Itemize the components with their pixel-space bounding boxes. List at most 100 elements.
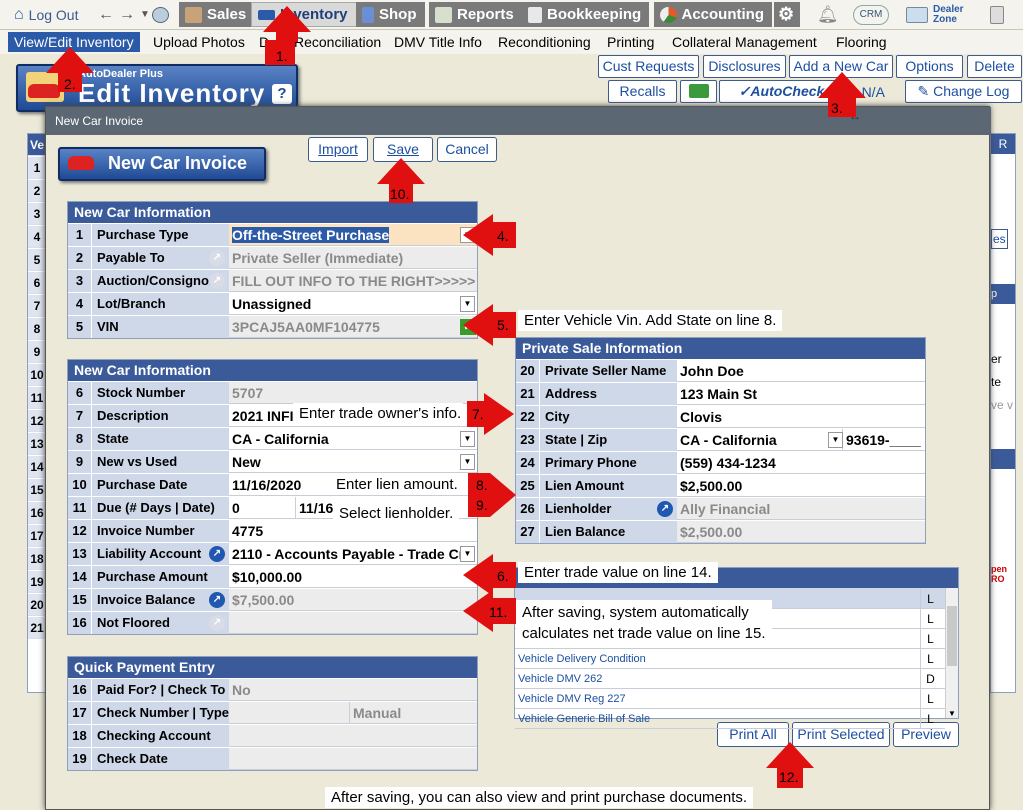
form-row: 2 Payable To ↗ Private Seller (Immediate)	[68, 246, 477, 269]
tab-reconciliation[interactable]: Reconciliation	[290, 32, 385, 52]
field-value[interactable]: (559) 434-1234	[677, 452, 925, 474]
field-value[interactable]: No	[229, 679, 477, 701]
field-value[interactable]: New ▼	[229, 451, 477, 473]
forward-icon[interactable]: →	[119, 6, 135, 24]
field-value[interactable]: Off-the-Street Purchase ▼	[229, 224, 477, 246]
field-value[interactable]: $2,500.00	[677, 521, 925, 543]
bg-row-number: 13	[28, 433, 46, 455]
import-button[interactable]: Import	[308, 137, 368, 162]
field-value[interactable]: Unassigned ▼	[229, 293, 477, 315]
dealer-zone-button[interactable]: Dealer Zone	[906, 2, 973, 27]
field-value[interactable]: Manual	[229, 702, 477, 724]
annotation-arrow-2	[46, 47, 94, 73]
link-icon[interactable]: ↗	[209, 273, 225, 289]
link-icon[interactable]: ↗	[209, 592, 225, 608]
field-value[interactable]: 123 Main St	[677, 383, 925, 405]
field-value[interactable]: John Doe	[677, 360, 925, 382]
field-value[interactable]	[229, 612, 477, 634]
chevron-down-icon[interactable]: ▼	[828, 432, 843, 448]
options-button[interactable]: Options	[896, 55, 963, 78]
field-value[interactable]: $7,500.00	[229, 589, 477, 611]
annotation-callout-5: Enter Vehicle Vin. Add State on line 8.	[518, 310, 783, 331]
field-value-2[interactable]: Manual	[349, 702, 469, 723]
field-value[interactable]: 3PCAJ5AA0MF104775 ✓	[229, 316, 477, 338]
field-value[interactable]: $2,500.00	[677, 475, 925, 497]
field-value[interactable]: 2110 - Accounts Payable - Trade Cre ▼	[229, 543, 477, 565]
nav-sales[interactable]: Sales	[179, 2, 255, 27]
bg-button[interactable]: es	[991, 229, 1008, 249]
annotation-arrow-7	[484, 393, 514, 435]
link-icon[interactable]: ↗	[209, 615, 225, 631]
chevron-down-icon[interactable]: ▼	[460, 454, 475, 470]
logout-link[interactable]: ⌂ Log Out	[14, 2, 79, 27]
change-log-button[interactable]: ✎ Change Log	[905, 80, 1022, 103]
document-row[interactable]: Vehicle DMV Reg 227 L	[515, 689, 945, 709]
form-row: 6 Stock Number 5707	[68, 381, 477, 404]
cancel-button[interactable]: Cancel	[437, 137, 497, 162]
tab-printing[interactable]: Printing	[603, 32, 658, 52]
bg-row-number: 11	[28, 387, 46, 409]
field-value-2[interactable]: 93619-____	[842, 429, 921, 450]
field-value[interactable]: 5707	[229, 382, 477, 404]
pie-chart-icon	[660, 6, 677, 23]
bell-icon[interactable]: 🔔︎	[817, 2, 839, 27]
bg-row-number: 8	[28, 318, 46, 340]
document-row[interactable]: Vehicle Delivery Condition L	[515, 649, 945, 669]
field-value[interactable]: Private Seller (Immediate)	[229, 247, 477, 269]
link-icon[interactable]: ↗	[657, 501, 673, 517]
document-row[interactable]: Vehicle DMV 262 D	[515, 669, 945, 689]
documents-scrollbar[interactable]: ▼	[945, 588, 958, 718]
help-icon[interactable]: ?	[272, 84, 292, 104]
row-number: 27	[516, 521, 540, 543]
field-value[interactable]: $10,000.00	[229, 566, 477, 588]
tab-flooring[interactable]: Flooring	[832, 32, 891, 52]
recalls-button[interactable]: Recalls	[608, 80, 677, 103]
back-icon[interactable]: ←	[98, 6, 114, 24]
document-row[interactable]: Vehicle Generic Bill of Sale L	[515, 709, 945, 729]
user-icon[interactable]	[152, 2, 169, 27]
chevron-down-icon[interactable]: ▼	[460, 431, 475, 447]
field-label: Purchase Type	[92, 224, 229, 246]
tab-upload-photos[interactable]: Upload Photos	[149, 32, 249, 52]
field-label: New vs Used	[92, 451, 229, 473]
tab-dmv-title-info[interactable]: DMV Title Info	[390, 32, 486, 52]
row-number: 24	[516, 452, 540, 474]
nav-reports[interactable]: Reports	[429, 2, 522, 27]
nav-accounting[interactable]: Accounting	[654, 2, 772, 27]
annotation-arrow-8-9	[490, 473, 516, 517]
tab-collateral-management[interactable]: Collateral Management	[668, 32, 821, 52]
field-value[interactable]	[229, 725, 477, 747]
field-value[interactable]: CA - California ▼	[229, 428, 477, 450]
chevron-down-icon[interactable]: ▼	[140, 9, 150, 20]
folder-button[interactable]	[680, 80, 717, 103]
calculator-icon[interactable]	[990, 2, 1004, 27]
field-value[interactable]: Clovis	[677, 406, 925, 428]
field-value[interactable]	[229, 748, 477, 770]
field-value-2[interactable]: 11/16/	[295, 497, 337, 518]
field-value[interactable]: FILL OUT INFO TO THE RIGHT>>>>>	[229, 270, 477, 292]
field-value[interactable]: CA - California 93619-____ ▼	[677, 429, 925, 451]
link-icon[interactable]: ↗	[209, 546, 225, 562]
tab-reconditioning[interactable]: Reconditioning	[494, 32, 595, 52]
report-icon	[435, 6, 452, 23]
bg-header-3	[991, 449, 1015, 469]
cust-requests-button[interactable]: Cust Requests	[598, 55, 699, 78]
field-value[interactable]: Ally Financial	[677, 498, 925, 520]
history-nav[interactable]: ← → ▼	[98, 2, 150, 27]
annotation-arrow-1	[263, 6, 311, 32]
annotation-arrow-5	[463, 304, 493, 346]
nav-bookkeeping[interactable]: Bookkeeping	[522, 2, 650, 27]
disclosures-button[interactable]: Disclosures	[703, 55, 786, 78]
document-code: D	[920, 669, 940, 689]
form-row: 26 Lienholder ↗ Ally Financial	[516, 497, 925, 520]
annotation-label-9: 9.	[476, 497, 488, 513]
field-label: Auction/Consignor ↗	[92, 270, 229, 292]
salesperson-icon	[185, 6, 202, 23]
nav-shop[interactable]: Shop	[356, 2, 425, 27]
row-number: 11	[68, 497, 92, 519]
delete-button[interactable]: Delete	[967, 55, 1022, 78]
annotation-arrow-3	[818, 72, 866, 98]
link-icon[interactable]: ↗	[209, 250, 225, 266]
settings-button[interactable]: ⚙	[774, 2, 800, 27]
crm-button[interactable]: CRM	[853, 2, 889, 27]
